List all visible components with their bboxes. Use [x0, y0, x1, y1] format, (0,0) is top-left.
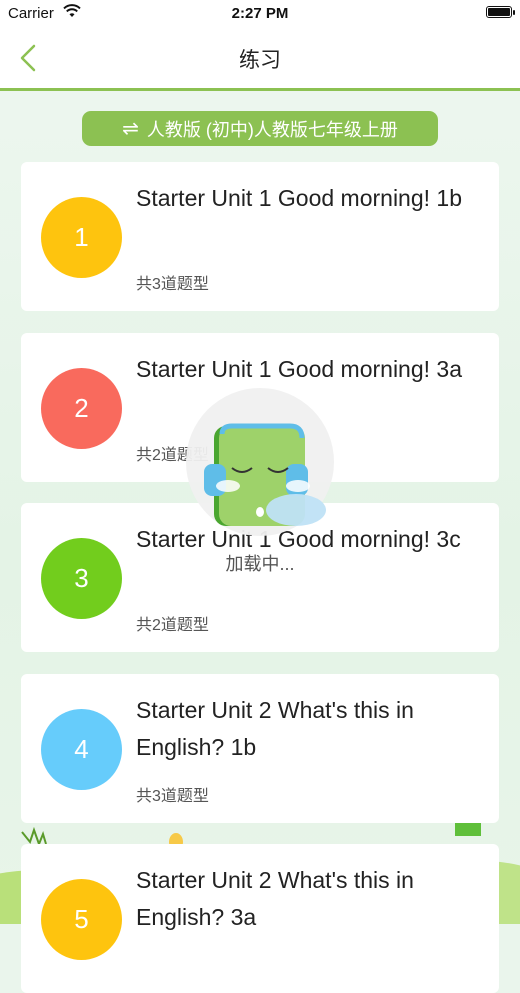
unit-card[interactable]: 5 Starter Unit 2 What's this in English?… [21, 844, 499, 993]
unit-card[interactable]: 4 Starter Unit 2 What's this in English?… [21, 674, 499, 823]
unit-title: Starter Unit 2 What's this in English? 1… [136, 697, 414, 760]
unit-card[interactable]: 1 Starter Unit 1 Good morning! 1b 共3道题型 [21, 162, 499, 311]
unit-number-badge: 4 [41, 709, 122, 790]
nav-bar: 练习 [0, 28, 520, 91]
question-type-count: 共3道题型 [136, 788, 209, 805]
status-bar: Carrier 2:27 PM [0, 0, 520, 28]
unit-number-badge: 5 [41, 879, 122, 960]
swap-icon: ⇌ [122, 118, 139, 140]
loading-text: 加载中... [225, 554, 295, 574]
unit-number-badge: 2 [41, 368, 122, 449]
textbook-label: 人教版 (初中)人教版七年级上册 [146, 119, 398, 140]
unit-title: Starter Unit 1 Good morning! 3a [136, 356, 462, 382]
battery-icon [486, 6, 515, 18]
unit-number-badge: 3 [41, 538, 122, 619]
unit-title: Starter Unit 1 Good morning! 1b [136, 185, 462, 211]
clock: 2:27 PM [231, 5, 289, 22]
question-type-count: 共2道题型 [136, 617, 209, 634]
unit-number-badge: 1 [41, 197, 122, 278]
unit-title: Starter Unit 2 What's this in English? 3… [136, 867, 414, 930]
sleeping-book-mascot-icon [204, 423, 326, 526]
textbook-selector[interactable]: ⇌ 人教版 (初中)人教版七年级上册 [82, 111, 438, 146]
loading-indicator [186, 388, 334, 536]
question-type-count: 共3道题型 [136, 276, 209, 293]
page-title: 练习 [239, 49, 281, 72]
